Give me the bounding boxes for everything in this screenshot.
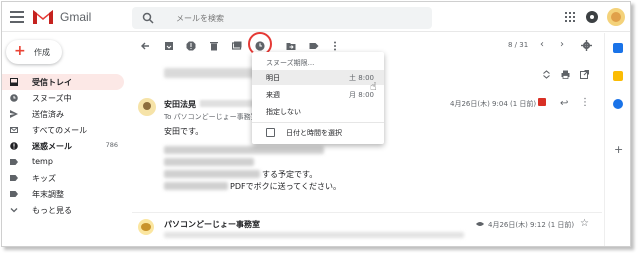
expand-all-icon[interactable] xyxy=(542,70,551,79)
account-avatar[interactable] xyxy=(607,8,625,26)
spam-icon xyxy=(10,142,18,150)
pager-count: 8 / 31 xyxy=(508,41,529,49)
option-label: 指定しない xyxy=(266,108,301,116)
star-icon[interactable]: ☆ xyxy=(580,218,589,229)
calendar-icon[interactable] xyxy=(613,43,623,53)
message-body-line: PDFでボクに送ってください。 xyxy=(230,182,341,191)
add-addon-icon[interactable]: + xyxy=(614,143,623,156)
side-panel: + xyxy=(604,33,630,247)
label-icon xyxy=(10,191,18,197)
attachment-icon xyxy=(476,222,484,226)
pick-date-time-option[interactable]: 日付と時間を選択 xyxy=(286,128,342,138)
hamburger-menu-icon[interactable] xyxy=(10,11,24,23)
sender-avatar[interactable] xyxy=(138,219,154,235)
snooze-menu: スヌーズ期限... 明日 土 8:00 来週 月 8:00 指定しない 日付と時… xyxy=(252,52,384,144)
sidebar-item-label: 年末調整 xyxy=(32,190,64,199)
snooze-option-tomorrow[interactable]: 明日 土 8:00 xyxy=(252,70,384,85)
snooze-menu-title: スヌーズ期限... xyxy=(266,59,315,67)
move-to-icon[interactable] xyxy=(286,41,296,51)
compose-button[interactable]: + 作成 xyxy=(6,40,62,64)
sender-email-redacted xyxy=(200,100,258,107)
clock-icon xyxy=(10,94,18,102)
sidebar-item-label: 迷惑メール xyxy=(32,142,72,151)
reply-icon[interactable]: ↩ xyxy=(560,98,568,109)
sidebar-item-inbox[interactable]: 受信トレイ xyxy=(2,74,124,90)
label-icon xyxy=(10,175,18,181)
report-spam-icon[interactable] xyxy=(186,41,196,51)
gear-icon[interactable] xyxy=(581,40,592,51)
sidebar: + 作成 受信トレイ スヌーズ中 送信済み すべてのメール 迷惑メール 786 … xyxy=(2,33,130,247)
tasks-icon[interactable] xyxy=(613,99,623,109)
snooze-option-none[interactable]: 指定しない xyxy=(252,104,384,119)
sidebar-item-temp[interactable]: temp xyxy=(2,154,124,170)
option-label: 明日 xyxy=(266,74,280,82)
label-as-icon[interactable] xyxy=(309,41,319,51)
snippet-redacted xyxy=(164,232,464,238)
sidebar-item-label: temp xyxy=(32,157,53,166)
sidebar-item-label: もっと見る xyxy=(32,206,72,215)
mail-icon xyxy=(10,127,18,133)
sender-avatar[interactable] xyxy=(138,98,156,116)
sidebar-item-label: 受信トレイ xyxy=(32,78,72,87)
top-bar: Gmail xyxy=(2,2,630,32)
apps-grid-icon[interactable] xyxy=(565,12,575,22)
search-icon[interactable] xyxy=(142,12,154,24)
chevron-left-icon[interactable]: ‹ xyxy=(540,39,544,50)
sidebar-item-snoozed[interactable]: スヌーズ中 xyxy=(2,90,124,106)
sidebar-item-label: スヌーズ中 xyxy=(32,94,72,103)
sidebar-item-kids[interactable]: キッズ xyxy=(2,170,124,186)
chevron-down-icon xyxy=(10,208,18,213)
message-date: 4月26日(木) 9:04 (1 日前) xyxy=(450,100,537,108)
option-label: 来週 xyxy=(266,91,280,99)
gmail-window: Gmail + 作成 受信トレイ スヌーズ中 xyxy=(0,0,640,253)
calendar-icon xyxy=(266,128,275,137)
unread-count: 786 xyxy=(105,141,118,149)
notifications-icon[interactable] xyxy=(586,11,598,23)
label-icon xyxy=(10,159,18,165)
search-input[interactable] xyxy=(176,11,416,25)
redacted-text xyxy=(164,158,254,166)
recipient-line[interactable]: To パソコンどーじょー事務室 xyxy=(164,112,258,122)
more-options-icon[interactable] xyxy=(330,41,340,51)
send-icon xyxy=(10,110,18,118)
sender-name[interactable]: 安田法晃 xyxy=(164,99,196,110)
sidebar-item-label: キッズ xyxy=(32,174,56,183)
mark-unread-icon[interactable] xyxy=(232,41,242,51)
sidebar-item-year-end[interactable]: 年末調整 xyxy=(2,186,124,202)
hand-cursor-icon: ☝ xyxy=(370,80,377,93)
sidebar-item-label: すべてのメール xyxy=(32,126,88,135)
sender-name[interactable]: パソコンどーじょー事務室 xyxy=(164,219,260,230)
redacted-text xyxy=(164,146,324,154)
message-body-line: する予定です。 xyxy=(262,170,318,179)
redacted-text xyxy=(164,182,228,190)
archive-icon[interactable] xyxy=(164,41,174,51)
redacted-text xyxy=(164,170,260,178)
gmail-logo-icon[interactable] xyxy=(32,8,54,25)
sidebar-item-spam[interactable]: 迷惑メール 786 xyxy=(2,138,124,154)
more-options-icon[interactable]: ⋮ xyxy=(580,97,590,108)
keep-icon[interactable] xyxy=(613,71,623,81)
inbox-icon xyxy=(10,78,18,86)
menu-divider xyxy=(252,122,384,123)
chevron-right-icon[interactable]: › xyxy=(560,39,564,50)
search-bar[interactable] xyxy=(132,7,432,29)
message-body-line: 安田です。 xyxy=(164,127,204,136)
compose-label: 作成 xyxy=(34,48,50,57)
app-name: Gmail xyxy=(60,10,92,24)
back-arrow-icon[interactable] xyxy=(140,41,150,51)
open-new-window-icon[interactable] xyxy=(580,70,589,79)
sidebar-item-more[interactable]: もっと見る xyxy=(2,202,124,218)
snooze-option-next-week[interactable]: 来週 月 8:00 xyxy=(252,87,384,102)
sidebar-item-label: 送信済み xyxy=(32,110,64,119)
message-item[interactable]: パソコンどーじょー事務室 4月26日(木) 9:12 (1 日前) ☆ xyxy=(132,212,602,246)
message-date: 4月26日(木) 9:12 (1 日前) xyxy=(488,221,575,229)
sidebar-item-all-mail[interactable]: すべてのメール xyxy=(2,122,124,138)
plus-icon: + xyxy=(14,43,26,59)
print-icon[interactable] xyxy=(561,70,570,79)
delete-icon[interactable] xyxy=(209,41,219,51)
important-marker-icon[interactable] xyxy=(538,98,546,106)
sidebar-item-sent[interactable]: 送信済み xyxy=(2,106,124,122)
